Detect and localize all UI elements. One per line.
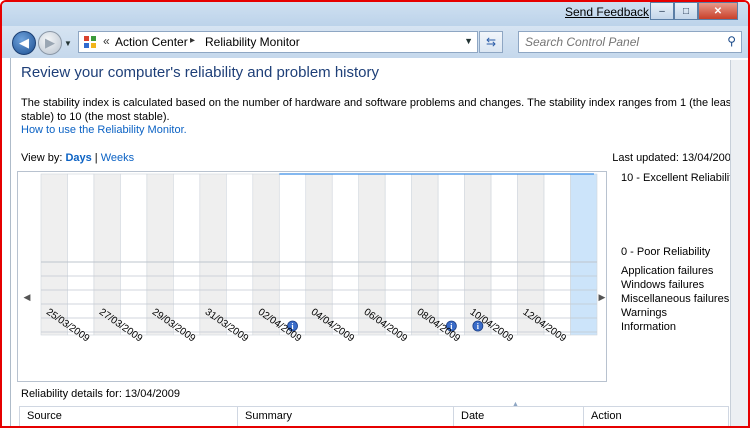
day-column[interactable] — [173, 173, 201, 336]
breadcrumb-overflow[interactable]: « — [103, 34, 110, 48]
view-by-label: View by: — [21, 152, 63, 164]
row-label-warnings: Warnings — [621, 307, 668, 319]
column-header-action[interactable]: Action — [584, 407, 728, 426]
address-bar[interactable]: « Action Center ▸ Reliability Monitor ▼ — [78, 31, 478, 53]
sort-ascending-icon: ▲ — [512, 401, 519, 408]
control-panel-icon — [84, 36, 96, 48]
navigation-bar: ◀ ▶ ▼ « Action Center ▸ Reliability Moni… — [2, 26, 748, 58]
search-icon[interactable]: ⚲ — [727, 34, 736, 48]
search-input[interactable] — [525, 34, 711, 49]
back-arrow-icon: ◀ — [19, 35, 29, 50]
vertical-scrollbar[interactable] — [730, 60, 748, 426]
day-column-selected[interactable] — [570, 173, 598, 336]
day-column[interactable] — [67, 173, 95, 336]
view-weeks-link[interactable]: Weeks — [101, 152, 134, 164]
address-history-dropdown-icon[interactable]: ▼ — [464, 36, 473, 46]
back-button[interactable]: ◀ — [12, 31, 36, 55]
how-to-link[interactable]: How to use the Reliability Monitor. — [21, 124, 187, 136]
row-label-application-failures: Application failures — [621, 265, 714, 277]
search-box[interactable]: ⚲ — [518, 31, 742, 53]
row-label-windows-failures: Windows failures — [621, 279, 705, 291]
maximize-button[interactable]: □ — [674, 2, 698, 20]
day-column[interactable] — [226, 173, 254, 336]
day-column[interactable] — [437, 173, 465, 336]
close-button[interactable]: ✕ — [698, 2, 738, 20]
title-bar: Send Feedback – □ ✕ — [2, 2, 748, 26]
column-header-source[interactable]: Source — [20, 407, 238, 426]
day-column[interactable] — [490, 173, 518, 336]
day-column[interactable] — [278, 173, 307, 336]
breadcrumb-action-center[interactable]: Action Center — [115, 35, 188, 49]
last-updated: Last updated: 13/04/2009 — [612, 152, 737, 164]
scroll-left-icon[interactable]: ◀ — [24, 292, 31, 302]
window-controls: – □ ✕ — [650, 2, 738, 20]
view-by-selector: View by: Days | Weeks — [21, 152, 134, 164]
refresh-button[interactable]: ⇆ — [479, 31, 503, 53]
window-frame: Send Feedback – □ ✕ ◀ ▶ ▼ « Action Cente… — [0, 0, 750, 428]
day-column[interactable] — [384, 173, 412, 336]
forward-button[interactable]: ▶ — [38, 31, 62, 55]
breadcrumb-separator-icon[interactable]: ▸ — [190, 35, 195, 46]
minimize-button[interactable]: – — [650, 2, 674, 20]
details-table-header: Source Summary Date ▲ Action — [19, 401, 729, 426]
page-description: The stability index is calculated based … — [21, 97, 735, 123]
row-label-miscellaneous-failures: Miscellaneous failures — [621, 293, 730, 305]
reliability-details-label: Reliability details for: 13/04/2009 — [21, 388, 180, 400]
column-header-date-label: Date — [461, 410, 485, 422]
row-label-information: Information — [621, 321, 677, 333]
scroll-right-icon[interactable]: ▶ — [599, 292, 606, 302]
y-label-top: 10 - Excellent Reliability — [621, 172, 738, 184]
view-separator: | — [94, 152, 98, 164]
main-content: Review your computer's reliability and p… — [10, 58, 748, 426]
refresh-icon: ⇆ — [485, 35, 497, 49]
y-label-bottom: 0 - Poor Reliability — [621, 246, 711, 258]
column-header-date[interactable]: Date ▲ — [454, 401, 584, 426]
day-column[interactable] — [120, 173, 148, 336]
column-header-summary[interactable]: Summary — [238, 407, 454, 426]
reliability-chart[interactable]: i i i25/03/2009 27/03/2009 29/03/2009 31/03/2… — [17, 171, 607, 382]
page-title: Review your computer's reliability and p… — [21, 64, 380, 81]
day-column[interactable] — [543, 173, 571, 336]
view-days-link[interactable]: Days — [65, 152, 91, 164]
send-feedback-link[interactable]: Send Feedback — [565, 5, 649, 19]
day-column[interactable] — [331, 173, 360, 336]
breadcrumb-reliability-monitor[interactable]: Reliability Monitor — [205, 35, 300, 49]
forward-arrow-icon: ▶ — [45, 35, 55, 50]
recent-pages-dropdown-icon[interactable]: ▼ — [64, 39, 72, 48]
